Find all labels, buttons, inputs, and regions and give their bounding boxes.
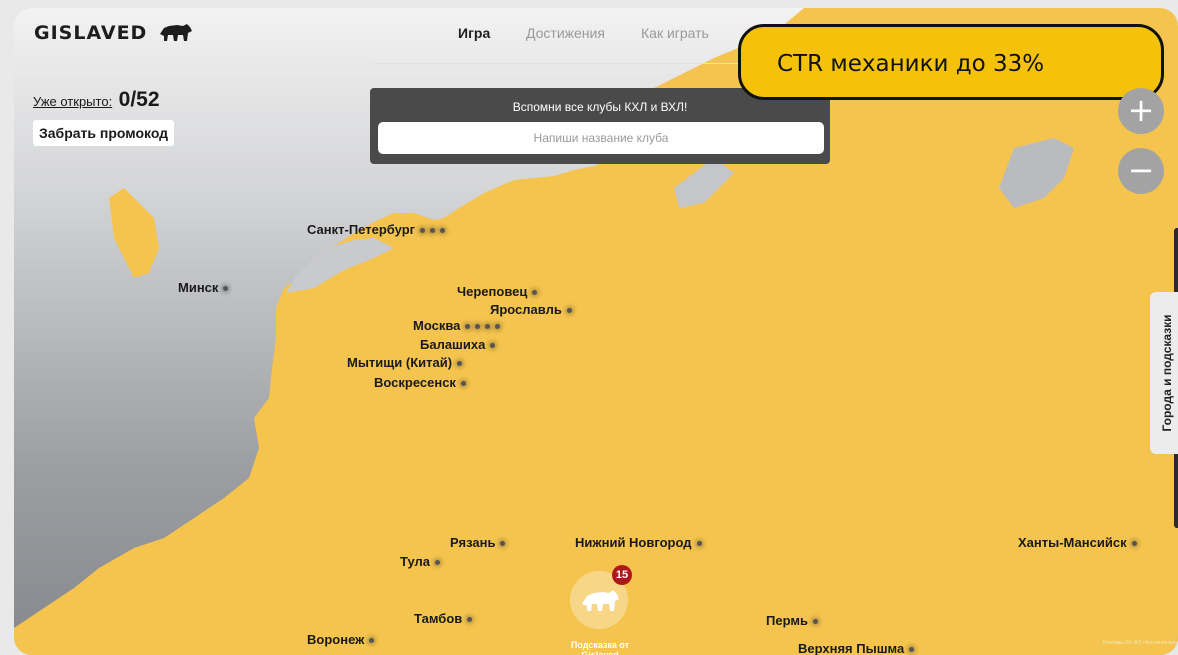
city-marker-dot[interactable] bbox=[460, 381, 466, 387]
city-label[interactable]: Мытищи (Китай) bbox=[347, 355, 463, 370]
hint-label: Подсказка от Gislaved bbox=[570, 640, 630, 655]
city-label[interactable]: Пермь bbox=[766, 613, 818, 628]
city-marker-dot[interactable] bbox=[812, 619, 818, 625]
city-name: Минск bbox=[178, 280, 219, 295]
game-frame: GISLAVED Игра Достижения Как играть Уже … bbox=[14, 8, 1178, 655]
nav-tab-achievements[interactable]: Достижения bbox=[526, 25, 605, 41]
city-name: Москва bbox=[413, 318, 461, 333]
city-label[interactable]: Ярославль bbox=[490, 302, 572, 317]
city-marker-dot[interactable] bbox=[457, 361, 463, 367]
city-marker-dot[interactable] bbox=[909, 647, 915, 653]
ad-disclaimer: Реклама 18+ АО «Континентал» bbox=[1102, 640, 1178, 646]
city-marker-dot[interactable] bbox=[696, 541, 702, 547]
city-label[interactable]: Тула bbox=[400, 554, 440, 569]
city-name: Верхняя Пышма bbox=[798, 641, 905, 655]
city-label[interactable]: Рязань bbox=[450, 535, 506, 550]
city-marker-dot[interactable] bbox=[435, 560, 440, 566]
city-marker-dot[interactable] bbox=[490, 343, 496, 349]
city-marker-dot[interactable] bbox=[430, 228, 436, 234]
city-name: Балашиха bbox=[420, 337, 486, 352]
city-label[interactable]: Тамбов bbox=[414, 611, 473, 626]
cities-hints-tab-label: Города и подсказки bbox=[1160, 314, 1174, 432]
opened-counter: Уже открыто: 0/52 bbox=[33, 88, 160, 112]
zoom-in-button[interactable]: + bbox=[1118, 88, 1164, 134]
city-name: Нижний Новгород bbox=[575, 535, 692, 550]
city-marker-dot[interactable] bbox=[532, 290, 538, 296]
city-label[interactable]: Череповец bbox=[457, 284, 538, 299]
nav-tab-game[interactable]: Игра bbox=[458, 25, 490, 41]
ctr-callout: CTR механики до 33% bbox=[738, 24, 1164, 100]
city-name: Рязань bbox=[450, 535, 496, 550]
city-name: Ярославль bbox=[490, 302, 562, 317]
city-label[interactable]: Воронеж bbox=[307, 632, 375, 647]
city-marker-dot[interactable] bbox=[485, 324, 491, 330]
brand-logo[interactable]: GISLAVED bbox=[34, 22, 193, 44]
city-marker-dot[interactable] bbox=[500, 541, 506, 547]
city-name: Пермь bbox=[766, 613, 808, 628]
city-marker-dot[interactable] bbox=[467, 617, 473, 623]
city-label[interactable]: Верхняя Пышма bbox=[798, 641, 915, 655]
city-label[interactable]: Нижний Новгород bbox=[575, 535, 702, 550]
nav-tab-how-to-play[interactable]: Как играть bbox=[641, 25, 709, 41]
plus-icon: + bbox=[1127, 91, 1155, 129]
bear-icon bbox=[159, 24, 192, 41]
opened-counter-label[interactable]: Уже открыто: bbox=[33, 94, 112, 109]
city-label[interactable]: Воскресенск bbox=[374, 375, 466, 390]
city-marker-dot[interactable] bbox=[495, 324, 501, 330]
city-label[interactable]: Ханты-Мансийск bbox=[1018, 535, 1137, 550]
city-name: Воскресенск bbox=[374, 375, 456, 390]
city-name: Санкт-Петербург bbox=[307, 222, 416, 237]
land-scandinavia bbox=[109, 188, 159, 278]
minus-icon: − bbox=[1127, 151, 1155, 189]
city-label[interactable]: Минск bbox=[178, 280, 229, 295]
city-name: Череповец bbox=[457, 284, 528, 299]
city-marker-dot[interactable] bbox=[440, 228, 446, 234]
city-marker-dot[interactable] bbox=[1131, 541, 1137, 547]
hint-count-badge: 15 bbox=[612, 565, 632, 585]
city-marker-dot[interactable] bbox=[566, 308, 572, 314]
club-name-input[interactable] bbox=[378, 122, 824, 154]
city-label[interactable]: Балашиха bbox=[420, 337, 496, 352]
city-name: Мытищи (Китай) bbox=[347, 355, 453, 370]
get-promocode-button[interactable]: Забрать промокод bbox=[33, 120, 175, 146]
city-name: Воронеж bbox=[307, 632, 365, 647]
quiz-title: Вспомни все клубы КХЛ и ВХЛ! bbox=[512, 100, 688, 114]
city-name: Тула bbox=[400, 554, 430, 569]
cities-hints-tab[interactable]: Города и подсказки bbox=[1150, 292, 1178, 454]
brand-logo-text: GISLAVED bbox=[34, 22, 148, 44]
city-name: Ханты-Мансийск bbox=[1018, 535, 1127, 550]
ctr-callout-text: CTR механики до 33% bbox=[777, 51, 1045, 77]
city-marker-dot[interactable] bbox=[420, 228, 426, 234]
city-label[interactable]: Москва bbox=[413, 318, 501, 333]
city-marker-dot[interactable] bbox=[223, 286, 229, 292]
city-label[interactable]: Санкт-Петербург bbox=[307, 222, 446, 237]
city-marker-dot[interactable] bbox=[369, 638, 375, 644]
zoom-out-button[interactable]: − bbox=[1118, 148, 1164, 194]
city-name: Тамбов bbox=[414, 611, 463, 626]
opened-counter-value: 0/52 bbox=[118, 88, 160, 111]
city-marker-dot[interactable] bbox=[475, 324, 481, 330]
city-marker-dot[interactable] bbox=[465, 324, 471, 330]
nav-divider bbox=[374, 63, 764, 64]
